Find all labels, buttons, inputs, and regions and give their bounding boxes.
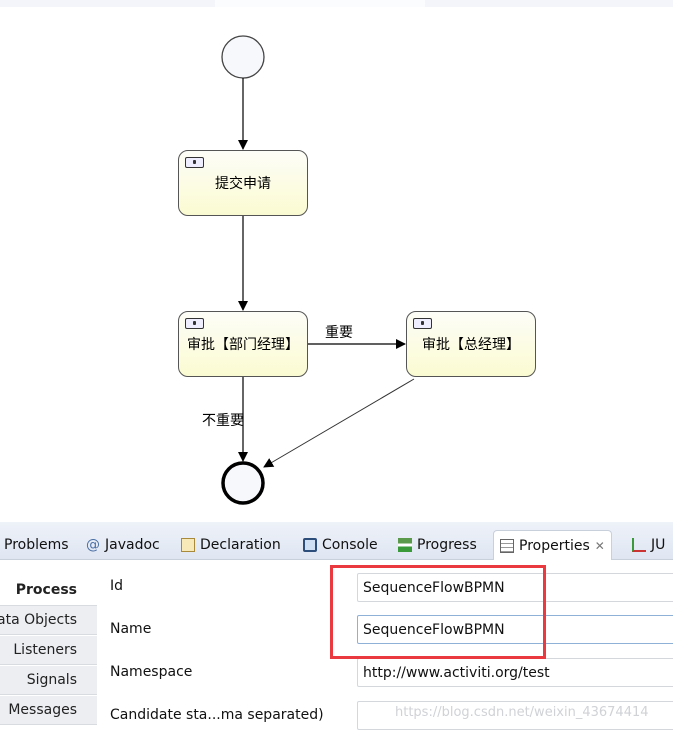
tab-javadoc[interactable]: @ Javadoc — [86, 530, 160, 560]
user-task-icon — [185, 318, 204, 329]
console-icon — [303, 538, 317, 552]
tab-label: Problems — [4, 537, 69, 553]
progress-icon — [398, 538, 412, 552]
flow-label-not-important[interactable]: 不重要 — [202, 410, 244, 430]
sidebar-item-data-objects[interactable]: Data Objects — [0, 606, 97, 635]
sidebar-item-signals[interactable]: Signals — [0, 666, 97, 695]
view-tab-bar: Problems @ Javadoc Declaration Console Pr… — [0, 522, 673, 560]
sidebar-item-process[interactable]: Process — [0, 574, 97, 606]
sidebar-item-label: Messages — [8, 702, 77, 718]
tab-problems[interactable]: Problems — [4, 530, 69, 560]
sidebar-item-label: Process — [15, 581, 77, 598]
namespace-label: Namespace — [110, 664, 193, 680]
watermark: https://blog.csdn.net/weixin_43674414 — [395, 705, 649, 720]
tab-console[interactable]: Console — [303, 530, 378, 560]
at-icon: @ — [86, 537, 100, 553]
sidebar-item-label: Data Objects — [0, 612, 77, 628]
junit-icon — [632, 538, 646, 552]
declaration-icon — [181, 538, 195, 552]
sidebar-item-label: Signals — [26, 672, 77, 688]
candidate-starter-label: Candidate sta...ma separated) — [110, 707, 324, 723]
sidebar-item-listeners[interactable]: Listeners — [0, 636, 97, 665]
user-task-icon — [413, 318, 432, 329]
editor-tab-active[interactable] — [215, 0, 425, 7]
tab-properties[interactable]: Properties ✕ — [493, 530, 612, 560]
sidebar-item-messages[interactable]: Messages — [0, 696, 97, 725]
end-event[interactable] — [221, 461, 265, 505]
task-label: 审批【部门经理】 — [187, 337, 299, 353]
bpmn-canvas[interactable]: 提交申请 审批【部门经理】 审批【总经理】 重要 不重要 — [0, 7, 673, 522]
tab-label: Declaration — [200, 537, 281, 553]
sidebar-item-label: Listeners — [13, 642, 77, 658]
task-submit[interactable]: 提交申请 — [178, 150, 308, 216]
editor-tab-strip — [0, 0, 673, 7]
properties-panel: Problems @ Javadoc Declaration Console Pr… — [0, 522, 673, 730]
properties-icon — [500, 538, 514, 553]
task-label: 提交申请 — [215, 176, 271, 192]
id-label: Id — [110, 578, 124, 594]
task-label: 审批【总经理】 — [422, 337, 520, 353]
user-task-icon — [185, 157, 204, 168]
tab-declaration[interactable]: Declaration — [181, 530, 281, 560]
tab-progress[interactable]: Progress — [398, 530, 477, 560]
tab-label: Progress — [417, 537, 477, 553]
task-dept-approval[interactable]: 审批【部门经理】 — [178, 311, 308, 377]
flow-lines — [221, 35, 415, 505]
tab-label: JU — [651, 537, 666, 553]
tab-label: Console — [322, 537, 378, 553]
close-icon[interactable]: ✕ — [595, 539, 605, 553]
flow-gm-end[interactable] — [263, 378, 415, 468]
highlight-box — [330, 565, 546, 659]
namespace-field[interactable]: http://www.activiti.org/test — [357, 658, 673, 687]
task-gm-approval[interactable]: 审批【总经理】 — [406, 311, 536, 377]
tab-label: Properties — [519, 537, 590, 554]
flow-label-important[interactable]: 重要 — [325, 322, 353, 342]
properties-sidebar: Process Data Objects Listeners Signals M… — [0, 560, 97, 730]
start-event[interactable] — [221, 35, 265, 79]
tab-label: Javadoc — [105, 537, 160, 553]
name-label: Name — [110, 621, 152, 637]
tab-junit[interactable]: JU — [632, 530, 665, 560]
